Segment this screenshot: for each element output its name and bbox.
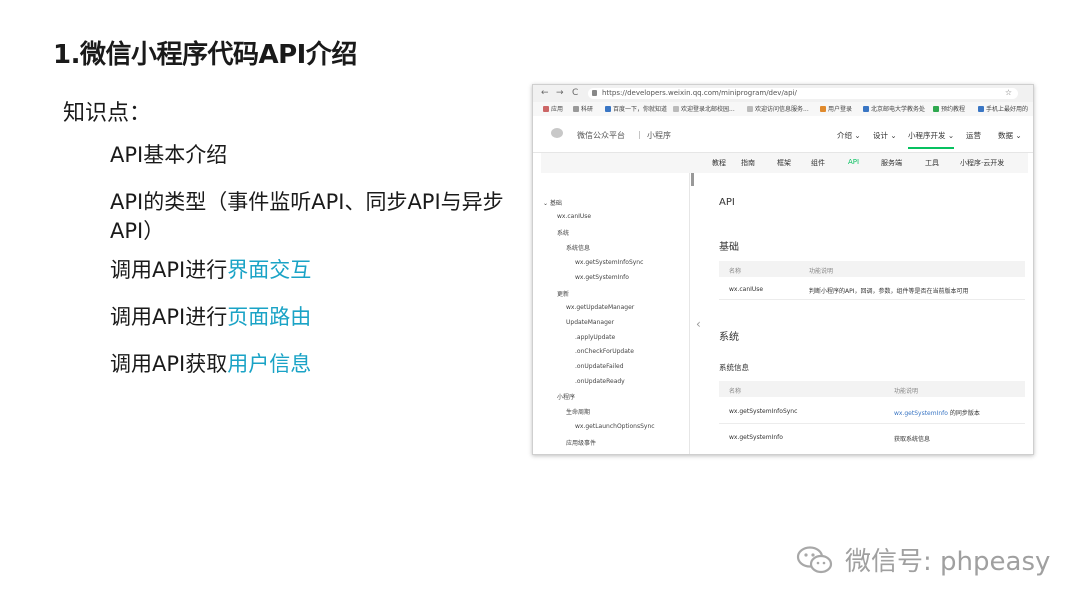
bookmark[interactable]: 欢迎登录北邮校园... bbox=[673, 104, 735, 113]
topnav-design[interactable]: 设计 ⌄ bbox=[873, 130, 897, 141]
api-link[interactable]: wx.getSystemInfoSync bbox=[729, 408, 797, 415]
sidebar-item[interactable]: .onUpdateFailed bbox=[575, 363, 624, 370]
sidebar-item[interactable]: 系统 bbox=[557, 228, 569, 237]
bullet-user-info: 调用API获取用户信息 bbox=[110, 352, 312, 376]
tab-tutorial[interactable]: 教程 bbox=[712, 158, 726, 168]
address-bar[interactable]: https://developers.weixin.qq.com/minipro… bbox=[588, 88, 1018, 99]
sidebar-item[interactable]: wx.getSystemInfo bbox=[575, 274, 629, 281]
bookmark[interactable]: 预约教程 bbox=[933, 104, 965, 113]
sidebar-item[interactable]: 小程序 bbox=[557, 392, 575, 401]
bullet-page-routing: 调用API进行页面路由 bbox=[110, 305, 312, 329]
tab-server[interactable]: 服务端 bbox=[881, 158, 902, 168]
bookmark[interactable]: 科研 bbox=[573, 104, 593, 113]
api-link[interactable]: wx.getSystemInfo bbox=[729, 434, 783, 441]
sub-navigation: 教程 指南 框架 组件 API 服务端 工具 小程序·云开发 bbox=[541, 153, 1028, 173]
bookmark[interactable]: 北京邮电大学教务处 bbox=[863, 104, 925, 113]
product-name[interactable]: 小程序 bbox=[647, 130, 671, 141]
watermark-text: 微信号: phpeasy bbox=[845, 547, 1051, 577]
bookmark[interactable]: 手机上最好用的 bbox=[978, 104, 1028, 113]
sidebar-item[interactable]: .onCheckForUpdate bbox=[575, 348, 634, 355]
url-text: https://developers.weixin.qq.com/minipro… bbox=[602, 89, 797, 97]
wechat-logo-icon bbox=[551, 128, 563, 138]
bullet-ui-interaction: 调用API进行界面交互 bbox=[110, 258, 312, 282]
sidebar-item[interactable]: .applyUpdate bbox=[575, 334, 615, 341]
topnav-ops[interactable]: 运营 bbox=[966, 130, 981, 141]
tab-framework[interactable]: 框架 bbox=[777, 158, 791, 168]
table-header: 名称 功能说明 bbox=[719, 381, 1025, 397]
bookmark[interactable]: 百度一下，你就知道 bbox=[605, 104, 667, 113]
table-row: wx.canIUse 判断小程序的API，回调，参数，组件等是否在当前版本可用 bbox=[719, 281, 1025, 300]
topnav-data[interactable]: 数据 ⌄ bbox=[998, 130, 1022, 141]
forward-icon[interactable]: → bbox=[556, 88, 564, 98]
collapse-icon[interactable]: ‹ bbox=[696, 317, 701, 331]
tab-tools[interactable]: 工具 bbox=[925, 158, 939, 168]
api-desc: wx.getSystemInfo 的同步版本 bbox=[894, 410, 980, 417]
subsection-title: 系统信息 bbox=[719, 363, 749, 372]
section-heading: 知识点： bbox=[63, 101, 152, 126]
sidebar-item[interactable]: wx.canIUse bbox=[557, 213, 591, 220]
sidebar-item[interactable]: .onUpdateReady bbox=[575, 378, 625, 385]
tab-components[interactable]: 组件 bbox=[811, 158, 825, 168]
sidebar-item[interactable]: 生命周期 bbox=[566, 407, 590, 416]
slide-title: 1.微信小程序代码API介绍 bbox=[53, 40, 357, 70]
embedded-screenshot: ← → C https://developers.weixin.qq.com/m… bbox=[532, 84, 1034, 455]
section-title: 基础 bbox=[719, 242, 739, 253]
col-name: 名称 bbox=[729, 388, 742, 395]
api-desc: 判断小程序的API，回调，参数，组件等是否在当前版本可用 bbox=[809, 288, 969, 295]
scrollbar[interactable] bbox=[691, 173, 694, 186]
wechat-watermark-icon bbox=[796, 546, 833, 574]
sidebar-item[interactable]: 应用级事件 bbox=[566, 438, 596, 447]
browser-toolbar: ← → C https://developers.weixin.qq.com/m… bbox=[533, 85, 1033, 102]
brand-separator: | bbox=[638, 130, 641, 139]
col-name: 名称 bbox=[729, 268, 742, 275]
page-title: API bbox=[719, 197, 735, 208]
bullet-api-intro: API基本介绍 bbox=[110, 143, 228, 167]
topnav-dev[interactable]: 小程序开发 ⌄ bbox=[908, 130, 955, 149]
tab-guide[interactable]: 指南 bbox=[741, 158, 755, 168]
api-link[interactable]: wx.canIUse bbox=[729, 286, 763, 293]
col-desc: 功能说明 bbox=[809, 268, 834, 275]
sidebar-item[interactable]: wx.getUpdateManager bbox=[566, 304, 634, 311]
lock-icon bbox=[592, 90, 597, 96]
sidebar-item[interactable]: 系统信息 bbox=[566, 243, 590, 252]
bookmark-apps[interactable]: 应用 bbox=[543, 104, 563, 113]
section-title: 系统 bbox=[719, 332, 739, 343]
api-sidebar: ⌄ 基础 wx.canIUse 系统 系统信息 wx.getSystemInfo… bbox=[541, 173, 694, 454]
sidebar-item[interactable]: wx.getLaunchOptionsSync bbox=[575, 423, 655, 430]
sidebar-item[interactable]: wx.getSystemInfoSync bbox=[575, 259, 643, 266]
tab-api[interactable]: API bbox=[848, 158, 859, 166]
bookmarks-bar: 应用 科研 百度一下，你就知道 欢迎登录北邮校园... 欢迎访问信息服务... … bbox=[533, 102, 1033, 117]
sidebar-item[interactable]: UpdateManager bbox=[566, 319, 614, 326]
tab-cloud[interactable]: 小程序·云开发 bbox=[960, 158, 1004, 168]
table-header: 名称 功能说明 bbox=[719, 261, 1025, 277]
table-row: wx.getSystemInfo 获取系统信息 bbox=[719, 429, 1025, 447]
sidebar-item[interactable]: 更新 bbox=[557, 289, 569, 298]
sidebar-item[interactable]: ⌄ 基础 bbox=[543, 198, 562, 207]
bullet-api-types: API的类型（事件监听API、同步API与异步API） bbox=[110, 190, 504, 243]
brand-name[interactable]: 微信公众平台 bbox=[577, 130, 625, 141]
reload-icon[interactable]: C bbox=[572, 88, 578, 98]
back-icon[interactable]: ← bbox=[541, 88, 549, 98]
topnav-intro[interactable]: 介绍 ⌄ bbox=[837, 130, 861, 141]
wx-header: 微信公众平台 | 小程序 介绍 ⌄ 设计 ⌄ 小程序开发 ⌄ 运营 数据 ⌄ bbox=[533, 116, 1033, 153]
api-desc: 获取系统信息 bbox=[894, 436, 931, 443]
star-icon[interactable]: ☆ bbox=[1005, 88, 1012, 97]
table-row: wx.getSystemInfoSync wx.getSystemInfo 的同… bbox=[719, 401, 1025, 424]
col-desc: 功能说明 bbox=[894, 388, 919, 395]
bookmark[interactable]: 欢迎访问信息服务... bbox=[747, 104, 809, 113]
bookmark[interactable]: 用户登录 bbox=[820, 104, 852, 113]
